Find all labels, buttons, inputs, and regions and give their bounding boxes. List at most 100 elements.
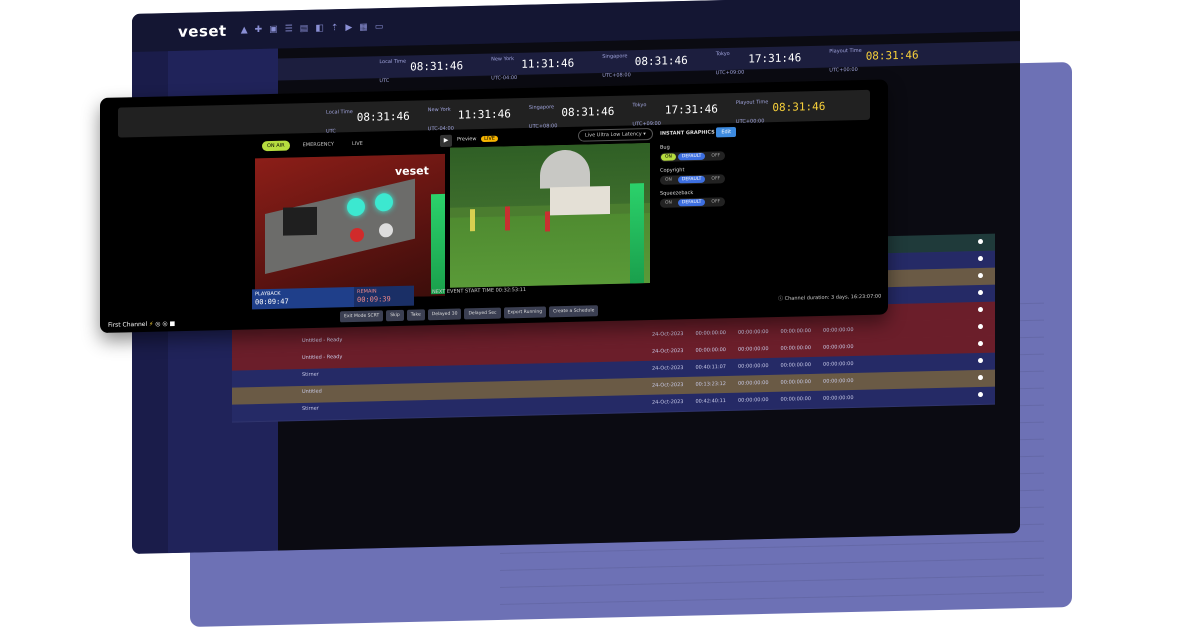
clock-city: Singapore: [602, 53, 628, 60]
layer-dropdown-label: Live Ultra Low Latency: [585, 131, 642, 139]
graphics-toggle[interactable]: ON DEFAULT OFF: [660, 174, 726, 185]
plus-icon[interactable]: ✚: [255, 25, 263, 35]
clock-city: Tokyo: [715, 50, 730, 58]
home-icon[interactable]: ▲: [241, 25, 248, 35]
bolt-icon: ⚡: [149, 320, 154, 328]
control-button-3[interactable]: Delayed 30: [427, 308, 462, 321]
media-icon[interactable]: ▤: [300, 24, 309, 34]
graphics-section-1: Copyright ON DEFAULT OFF: [660, 164, 810, 185]
row-date: 24-Oct-2023: [652, 382, 684, 389]
clock-zone: UTC+09:00: [715, 69, 745, 77]
file-icon[interactable]: ▣: [269, 25, 278, 35]
row-menu-icon[interactable]: [978, 289, 983, 296]
graphics-toggle[interactable]: ON DEFAULT OFF: [660, 197, 726, 208]
row-title: Stirner: [302, 405, 319, 412]
remain-counter: REMAIN 00:09:39: [354, 285, 414, 308]
toggle-option[interactable]: ON: [661, 153, 676, 161]
clock-city: Tokyo: [632, 102, 647, 109]
control-button-2[interactable]: Take: [406, 309, 425, 321]
graphics-toggle[interactable]: ON DEFAULT OFF: [660, 151, 726, 162]
front-clock-4: Playout Time UTC+00:00 08:31:46: [736, 87, 825, 127]
control-button-6[interactable]: Create a Schedule: [549, 305, 599, 318]
graphics-section-name: Bug: [660, 144, 670, 151]
preview-monitor: [450, 143, 650, 288]
clock-city: Local Time: [326, 109, 353, 116]
monitor-icon[interactable]: ▭: [375, 22, 384, 32]
graphics-section-2: Squeezeback ON DEFAULT OFF: [660, 187, 810, 208]
layer-dropdown[interactable]: Live Ultra Low Latency ▾: [578, 127, 653, 142]
tab-emergency[interactable]: EMERGENCY: [298, 139, 339, 150]
row-menu-icon[interactable]: [978, 272, 983, 279]
clock-zone: UTC+00:00: [735, 118, 765, 126]
row-eom: 00:00:00:00: [780, 327, 812, 335]
channel-duration-text: Channel duration: 3 days, 16:23:07:00: [784, 293, 882, 302]
clock-zone: UTC: [326, 128, 336, 135]
veset-watermark: veset: [395, 164, 429, 179]
clock-zone: UTC+08:00: [602, 72, 631, 79]
toggle-option[interactable]: ON: [661, 199, 676, 206]
toggle-option[interactable]: DEFAULT: [677, 152, 706, 161]
row-cells: 24-Oct-2023 00:00:00:00 00:00:00:00 00:00:0…: [652, 327, 854, 338]
info-icon: ⓘ: [778, 295, 784, 303]
graphics-section-0: Bug ON DEFAULT OFF: [660, 141, 810, 162]
schedule-icon[interactable]: ◧: [315, 23, 324, 33]
row-menu-icon[interactable]: [978, 306, 983, 313]
clock-time: 08:31:46: [410, 58, 464, 73]
clock-city: New York: [491, 55, 515, 63]
control-button-0[interactable]: Exit Mode SCRT: [340, 310, 384, 323]
list-icon[interactable]: ☰: [285, 24, 293, 34]
row-menu-icon[interactable]: [978, 391, 983, 398]
play-icon[interactable]: ▶: [345, 23, 352, 33]
remain-time: 00:09:39: [357, 295, 391, 304]
row-cells: 24-Oct-2023 00:00:00:00 00:00:00:00 00:00:0…: [652, 344, 854, 355]
control-button-5[interactable]: Export Running: [503, 306, 547, 319]
toggle-option[interactable]: OFF: [707, 152, 724, 159]
mode-tabs: ON AIR EMERGENCY LIVE: [262, 139, 368, 152]
toggle-option[interactable]: DEFAULT: [677, 175, 706, 184]
row-duration: 00:00:00:00: [823, 343, 854, 351]
tab-live[interactable]: LIVE: [347, 139, 368, 149]
channel-name: First Channel ⚡ ◎ ◎ ■: [108, 320, 176, 329]
graphics-section-name: Copyright: [660, 167, 685, 174]
control-button-1[interactable]: Skip: [386, 309, 404, 322]
edit-graphics-button[interactable]: Edit: [716, 127, 737, 138]
row-menu-icon[interactable]: [978, 255, 983, 262]
playback-counter: PLAYBACK 00:09:47: [252, 287, 354, 310]
row-date: 24-Oct-2023: [652, 399, 684, 406]
playout-window: Local Time UTC 08:31:46 New York UTC-04:00 11…: [100, 79, 888, 333]
row-title: Untitled - Ready: [302, 337, 343, 344]
front-clock-3: Tokyo UTC+09:00 17:31:46: [632, 89, 718, 129]
clock-city: Playout Time: [829, 47, 862, 55]
row-som: 00:00:00:00: [738, 328, 769, 336]
row-duration: 00:00:00:00: [823, 326, 854, 334]
mid-clock-0: Local Time UTC 08:31:46: [379, 46, 463, 86]
toggle-option[interactable]: DEFAULT: [677, 198, 706, 207]
mid-clock-1: New York UTC-04:00 11:31:46: [491, 44, 574, 84]
row-start: 00:13:23:12: [695, 381, 726, 388]
row-cells: 24-Oct-2023 00:13:23:12 00:00:00:00 00:00:0…: [652, 378, 854, 389]
toggle-option[interactable]: OFF: [707, 198, 724, 205]
tab-on-air[interactable]: ON AIR: [262, 140, 290, 152]
row-duration: 00:00:00:00: [823, 377, 854, 385]
row-menu-icon[interactable]: [978, 357, 983, 364]
play-button[interactable]: ▶: [440, 134, 452, 147]
toggle-option[interactable]: ON: [661, 176, 676, 183]
veset-logo: veset: [178, 21, 227, 41]
row-menu-icon[interactable]: [978, 238, 983, 245]
clock-time: 08:31:46: [865, 47, 919, 63]
row-eom: 00:00:00:00: [780, 395, 812, 403]
toggle-option[interactable]: OFF: [707, 175, 724, 182]
clock-time: 17:31:46: [664, 101, 718, 117]
row-menu-icon[interactable]: [978, 374, 983, 381]
row-duration: 00:00:00:00: [823, 360, 854, 368]
clock-city: Singapore: [528, 104, 555, 111]
grid-icon[interactable]: ▦: [359, 22, 368, 32]
row-menu-icon[interactable]: [978, 340, 983, 347]
mid-clock-4: Playout Time UTC+00:00 08:31:46: [829, 35, 918, 75]
row-title: Untitled: [302, 388, 322, 395]
upload-icon[interactable]: ⇡: [331, 23, 339, 33]
row-menu-icon[interactable]: [978, 323, 983, 330]
row-date: 24-Oct-2023: [652, 331, 684, 338]
graphics-section-name: Squeezeback: [660, 190, 694, 197]
control-button-4[interactable]: Delayed Sec: [464, 307, 501, 320]
